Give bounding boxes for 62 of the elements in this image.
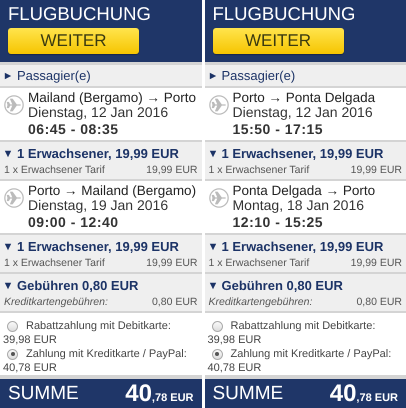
payment-option-label: Zahlung mit Kreditkarte / PayPal: (230, 347, 392, 361)
flight-route: Ponta Delgada → Porto (232, 184, 376, 198)
flight-date: Dienstag, 12 Jan 2016 (28, 105, 170, 119)
payment-option-label: Zahlung mit Kreditkarte / PayPal: (26, 347, 187, 361)
radio-button[interactable] (212, 320, 222, 332)
airplane-icon (208, 95, 228, 115)
fare-label: 1 x Erwachsener Tarif (4, 164, 105, 176)
flight-route: Porto → Mailand (Bergamo) (28, 184, 196, 198)
fare-label: 1 x Erwachsener Tarif (208, 164, 310, 176)
payment-option-price: 40,78 EUR (3, 361, 58, 375)
radio-button[interactable] (7, 320, 18, 332)
airplane-icon (4, 95, 24, 115)
fare-price: 19,99 EUR (146, 257, 198, 269)
flight-route: Porto → Ponta Delgada (232, 91, 376, 105)
flight-date: Dienstag, 19 Jan 2016 (28, 198, 168, 212)
payment-option-label: Rabattzahlung mit Debitkarte: (26, 319, 171, 333)
expand-arrow-icon[interactable] (208, 72, 216, 80)
page-title: FLUGBUCHUNG (212, 3, 356, 25)
payment-option-label: Rabattzahlung mit Debitkarte: (230, 319, 376, 333)
flight-date: Dienstag, 12 Jan 2016 (232, 105, 373, 119)
fare-price: 19,99 EUR (146, 164, 198, 176)
total-amount: 40,78 EUR (125, 380, 194, 408)
payment-option-price: 40,78 EUR (208, 361, 262, 375)
fare-summary[interactable]: 1 Erwachsener, 19,99 EUR (17, 239, 179, 254)
expand-arrow-icon[interactable] (208, 242, 216, 250)
payment-option-price: 39,98 EUR (3, 333, 58, 347)
fees-summary[interactable]: Gebühren 0,80 EUR (17, 278, 138, 293)
fee-label: Kreditkartengebühren: (208, 296, 312, 308)
flight-times: 15:50 - 17:15 (232, 122, 324, 136)
radio-button[interactable] (7, 348, 18, 360)
continue-button[interactable]: WEITER (212, 28, 344, 54)
fare-label: 1 x Erwachsener Tarif (4, 257, 105, 269)
total-label: SUMME (212, 382, 284, 404)
airplane-icon (4, 188, 24, 208)
page-title: FLUGBUCHUNG (8, 3, 151, 25)
payment-option-price: 39,98 EUR (208, 333, 262, 347)
fee-price: 0,80 EUR (356, 296, 402, 308)
flight-date: Montag, 18 Jan 2016 (232, 198, 366, 212)
flight-route: Mailand (Bergamo) → Porto (28, 91, 196, 105)
expand-arrow-icon[interactable] (4, 72, 12, 80)
flight-times: 09:00 - 12:40 (28, 215, 120, 229)
total-label: SUMME (8, 382, 79, 404)
fare-summary[interactable]: 1 Erwachsener, 19,99 EUR (222, 239, 384, 254)
expand-arrow-icon[interactable] (4, 150, 12, 158)
fare-summary[interactable]: 1 Erwachsener, 19,99 EUR (17, 146, 179, 161)
flight-times: 06:45 - 08:35 (28, 122, 120, 136)
expand-arrow-icon[interactable] (4, 242, 12, 250)
radio-button[interactable] (212, 348, 222, 360)
fare-summary[interactable]: 1 Erwachsener, 19,99 EUR (222, 146, 384, 161)
fees-summary[interactable]: Gebühren 0,80 EUR (222, 278, 343, 293)
expand-arrow-icon[interactable] (208, 282, 216, 290)
fare-label: 1 x Erwachsener Tarif (208, 257, 310, 269)
fee-price: 0,80 EUR (152, 296, 198, 308)
fare-price: 19,99 EUR (350, 257, 402, 269)
flight-times: 12:10 - 15:25 (232, 215, 324, 229)
expand-arrow-icon[interactable] (4, 282, 12, 290)
continue-button[interactable]: WEITER (8, 28, 139, 54)
fare-price: 19,99 EUR (350, 164, 402, 176)
airplane-icon (208, 188, 228, 208)
expand-arrow-icon[interactable] (208, 150, 216, 158)
total-amount: 40,78 EUR (330, 380, 398, 408)
fee-label: Kreditkartengebühren: (4, 296, 108, 308)
